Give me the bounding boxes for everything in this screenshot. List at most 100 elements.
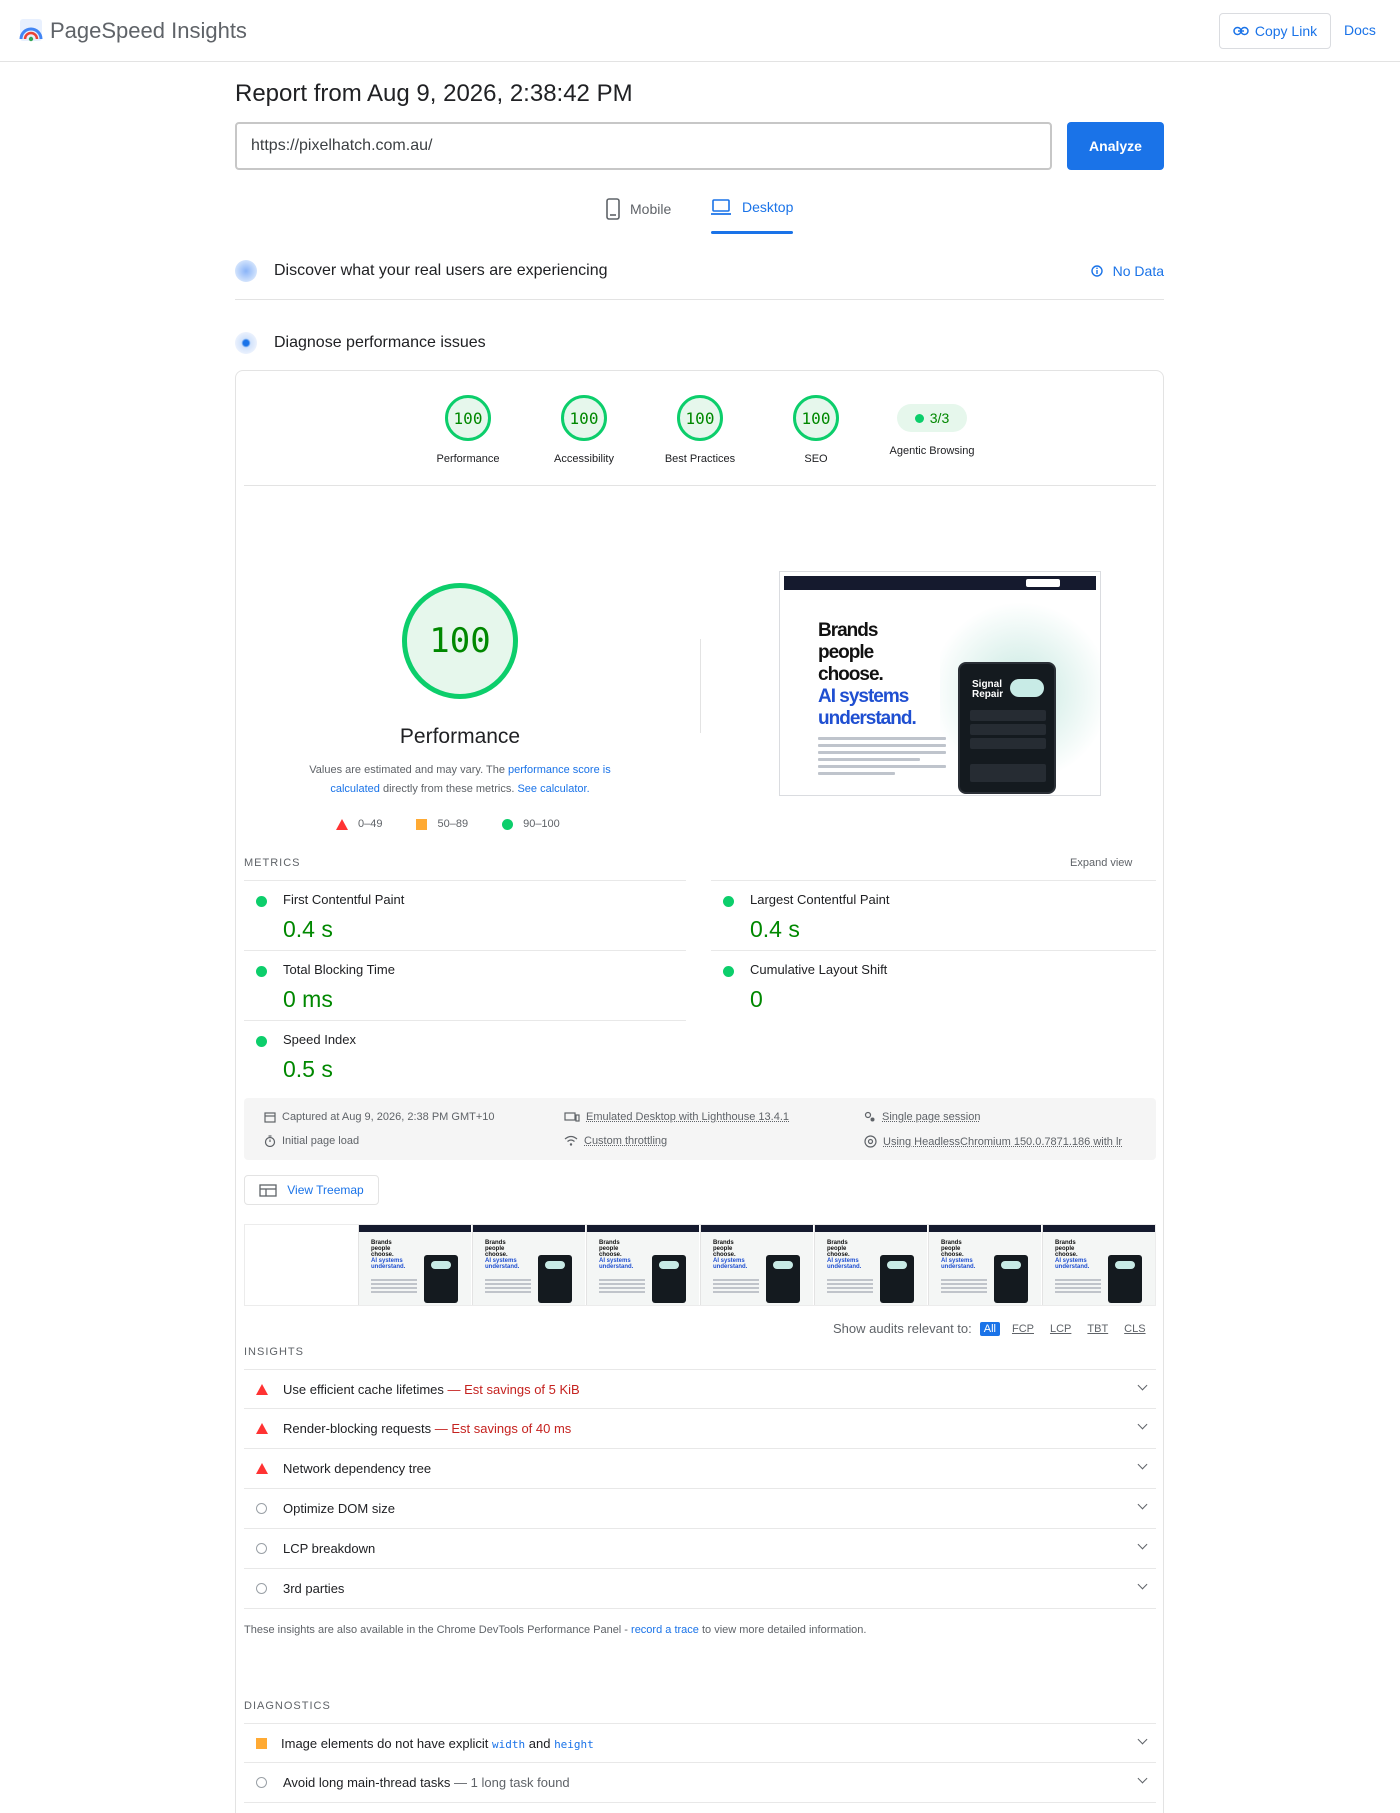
runtime-throttling[interactable]: Custom throttling [564,1135,667,1147]
real-users-section[interactable]: Discover what your real users are experi… [235,260,1164,282]
runtime-captured-label: Captured at Aug 9, 2026, 2:38 PM GMT+10 [282,1111,495,1123]
final-screenshot[interactable]: Brands people choose. AI systems underst… [779,571,1101,796]
performance-desc-text: Values are estimated and may vary. The [309,764,508,776]
insights-note-text: These insights are also available in the… [244,1624,632,1636]
gauge-performance[interactable]: 100 Performance [408,395,528,465]
score-legend: 0–49 50–89 90–100 [336,818,560,830]
pass-dot-icon [914,413,924,423]
gauge-seo[interactable]: 100 SEO [756,395,876,465]
screenshot-headline-line: understand. [818,708,917,729]
chrome-icon [864,1135,877,1148]
screenshot-headline-line: people [818,642,874,663]
session-icon [864,1111,875,1122]
filter-chip-fcp[interactable]: FCP [1008,1322,1038,1336]
filmstrip-frame: Brands people choose. AI systems understand. [472,1225,585,1305]
diagnostic-row[interactable]: Avoid long main-thread tasks — 1 long ta… [244,1763,1156,1803]
wifi-icon [564,1135,578,1146]
gauge-accessibility[interactable]: 100 Accessibility [524,395,644,465]
insight-row[interactable]: Network dependency tree [244,1449,1156,1489]
filter-chip-all[interactable]: All [979,1321,1000,1336]
chevron-down-icon[interactable] [1137,1539,1148,1550]
mobile-icon [606,198,620,220]
chevron-down-icon[interactable] [1137,1380,1148,1391]
runtime-emulated[interactable]: Emulated Desktop with Lighthouse 13.4.1 [564,1111,789,1123]
insight-row[interactable]: LCP breakdown [244,1529,1156,1569]
filter-chip-lcp[interactable]: LCP [1046,1322,1075,1336]
runtime-throttling-label: Custom throttling [584,1135,668,1147]
gauge-seo-score: 100 [793,395,839,441]
info-ring-icon [256,1583,267,1594]
gauge-performance-score: 100 [445,395,491,441]
screenshot-nav [784,576,1096,590]
insight-row[interactable]: Optimize DOM size [244,1489,1156,1529]
app-title: PageSpeed Insights [50,18,247,43]
insight-row[interactable]: 3rd parties [244,1569,1156,1609]
chevron-down-icon[interactable] [1137,1499,1148,1510]
screenshot-headline-line: AI systems [818,686,909,707]
metric-cls-name: Cumulative Layout Shift [750,962,888,977]
fail-triangle-icon [256,1423,268,1434]
info-ring-icon [256,1543,267,1554]
url-input[interactable] [235,122,1052,170]
legend-fail: 0–49 [336,818,382,830]
filmstrip-frame: Brands people choose. AI systems understand. [928,1225,1041,1305]
runtime-settings: Captured at Aug 9, 2026, 2:38 PM GMT+10 … [244,1098,1156,1160]
runtime-session[interactable]: Single page session [864,1111,980,1123]
performance-desc-text-2: directly from these metrics. [379,783,518,795]
metric-tbt-name: Total Blocking Time [283,962,395,977]
audit-filter: Show audits relevant to: All FCP LCP TBT… [833,1321,1150,1336]
chevron-down-icon[interactable] [1137,1773,1148,1784]
record-trace-link[interactable]: record a trace [631,1624,699,1636]
runtime-browser[interactable]: Using HeadlessChromium 150.0.7871.186 wi… [864,1135,1122,1148]
gauge-seo-label: SEO [804,453,828,465]
chevron-down-icon[interactable] [1137,1459,1148,1470]
category-gauges: 100 Performance 100 Accessibility 100 Be… [236,395,1165,475]
laptop-icon [711,199,731,215]
insight-row[interactable]: Render-blocking requests — Est savings o… [244,1409,1156,1449]
gauge-best-practices-label: Best Practices [664,453,736,465]
insight-title: Use efficient cache lifetimes — Est savi… [283,1382,580,1397]
performance-title: Performance [399,725,521,748]
agentic-browsing-badge: 3/3 [897,404,967,432]
metric-speed-index-value: 0.5 s [283,1056,333,1082]
tab-desktop[interactable]: Desktop [710,198,793,216]
screenshot-body-text [818,737,946,779]
gauge-agentic-browsing[interactable]: 3/3 Agentic Browsing [872,395,992,457]
metric-lcp-value: 0.4 s [750,916,800,942]
section-divider [235,299,1164,300]
insights-note: These insights are also available in the… [244,1624,866,1636]
chevron-down-icon[interactable] [1137,1579,1148,1590]
insight-row[interactable]: Use efficient cache lifetimes — Est savi… [244,1369,1156,1409]
tab-mobile[interactable]: Mobile [606,198,671,220]
average-square-icon [256,1738,267,1749]
runtime-captured: Captured at Aug 9, 2026, 2:38 PM GMT+10 [264,1111,495,1123]
chevron-down-icon[interactable] [1137,1419,1148,1430]
timer-icon [264,1135,276,1147]
no-data-status[interactable]: No Data [1090,263,1164,279]
filmstrip: Brands people choose. AI systems understand.… [244,1224,1156,1306]
diagnose-label: Diagnose performance issues [274,334,486,351]
diagnostics-heading: DIAGNOSTICS [244,1700,331,1712]
diagnostic-row[interactable]: Image elements do not have explicit widt… [244,1723,1156,1763]
performance-score-gauge: 100 [402,583,518,699]
insight-title: Network dependency tree [283,1461,432,1476]
metric-fcp-value: 0.4 s [283,916,333,942]
gauge-best-practices[interactable]: 100 Best Practices [640,395,760,465]
analyze-button[interactable]: Analyze [1067,122,1164,170]
chevron-down-icon[interactable] [1137,1734,1148,1745]
gauge-accessibility-label: Accessibility [554,453,614,465]
filter-chip-tbt[interactable]: TBT [1083,1322,1112,1336]
metric-cls-value: 0 [750,986,763,1012]
report-title: Report from Aug 9, 2026, 2:38:42 PM [235,80,633,107]
metric-speed-index-name: Speed Index [283,1032,357,1047]
diagnostic-title: Avoid long main-thread tasks — 1 long ta… [283,1775,570,1790]
performance-description: Values are estimated and may vary. The p… [286,761,634,799]
view-treemap-button[interactable]: View Treemap [244,1175,379,1205]
docs-link[interactable]: Docs [1344,22,1376,38]
see-calculator-link[interactable]: See calculator. [517,783,589,795]
screenshot-phone-title: Signal Repair [972,680,1003,700]
expand-view-toggle[interactable]: Expand view [1070,857,1132,869]
info-icon [1090,265,1103,277]
filter-chip-cls[interactable]: CLS [1120,1322,1149,1336]
copy-link-button[interactable]: Copy Link [1219,13,1331,49]
